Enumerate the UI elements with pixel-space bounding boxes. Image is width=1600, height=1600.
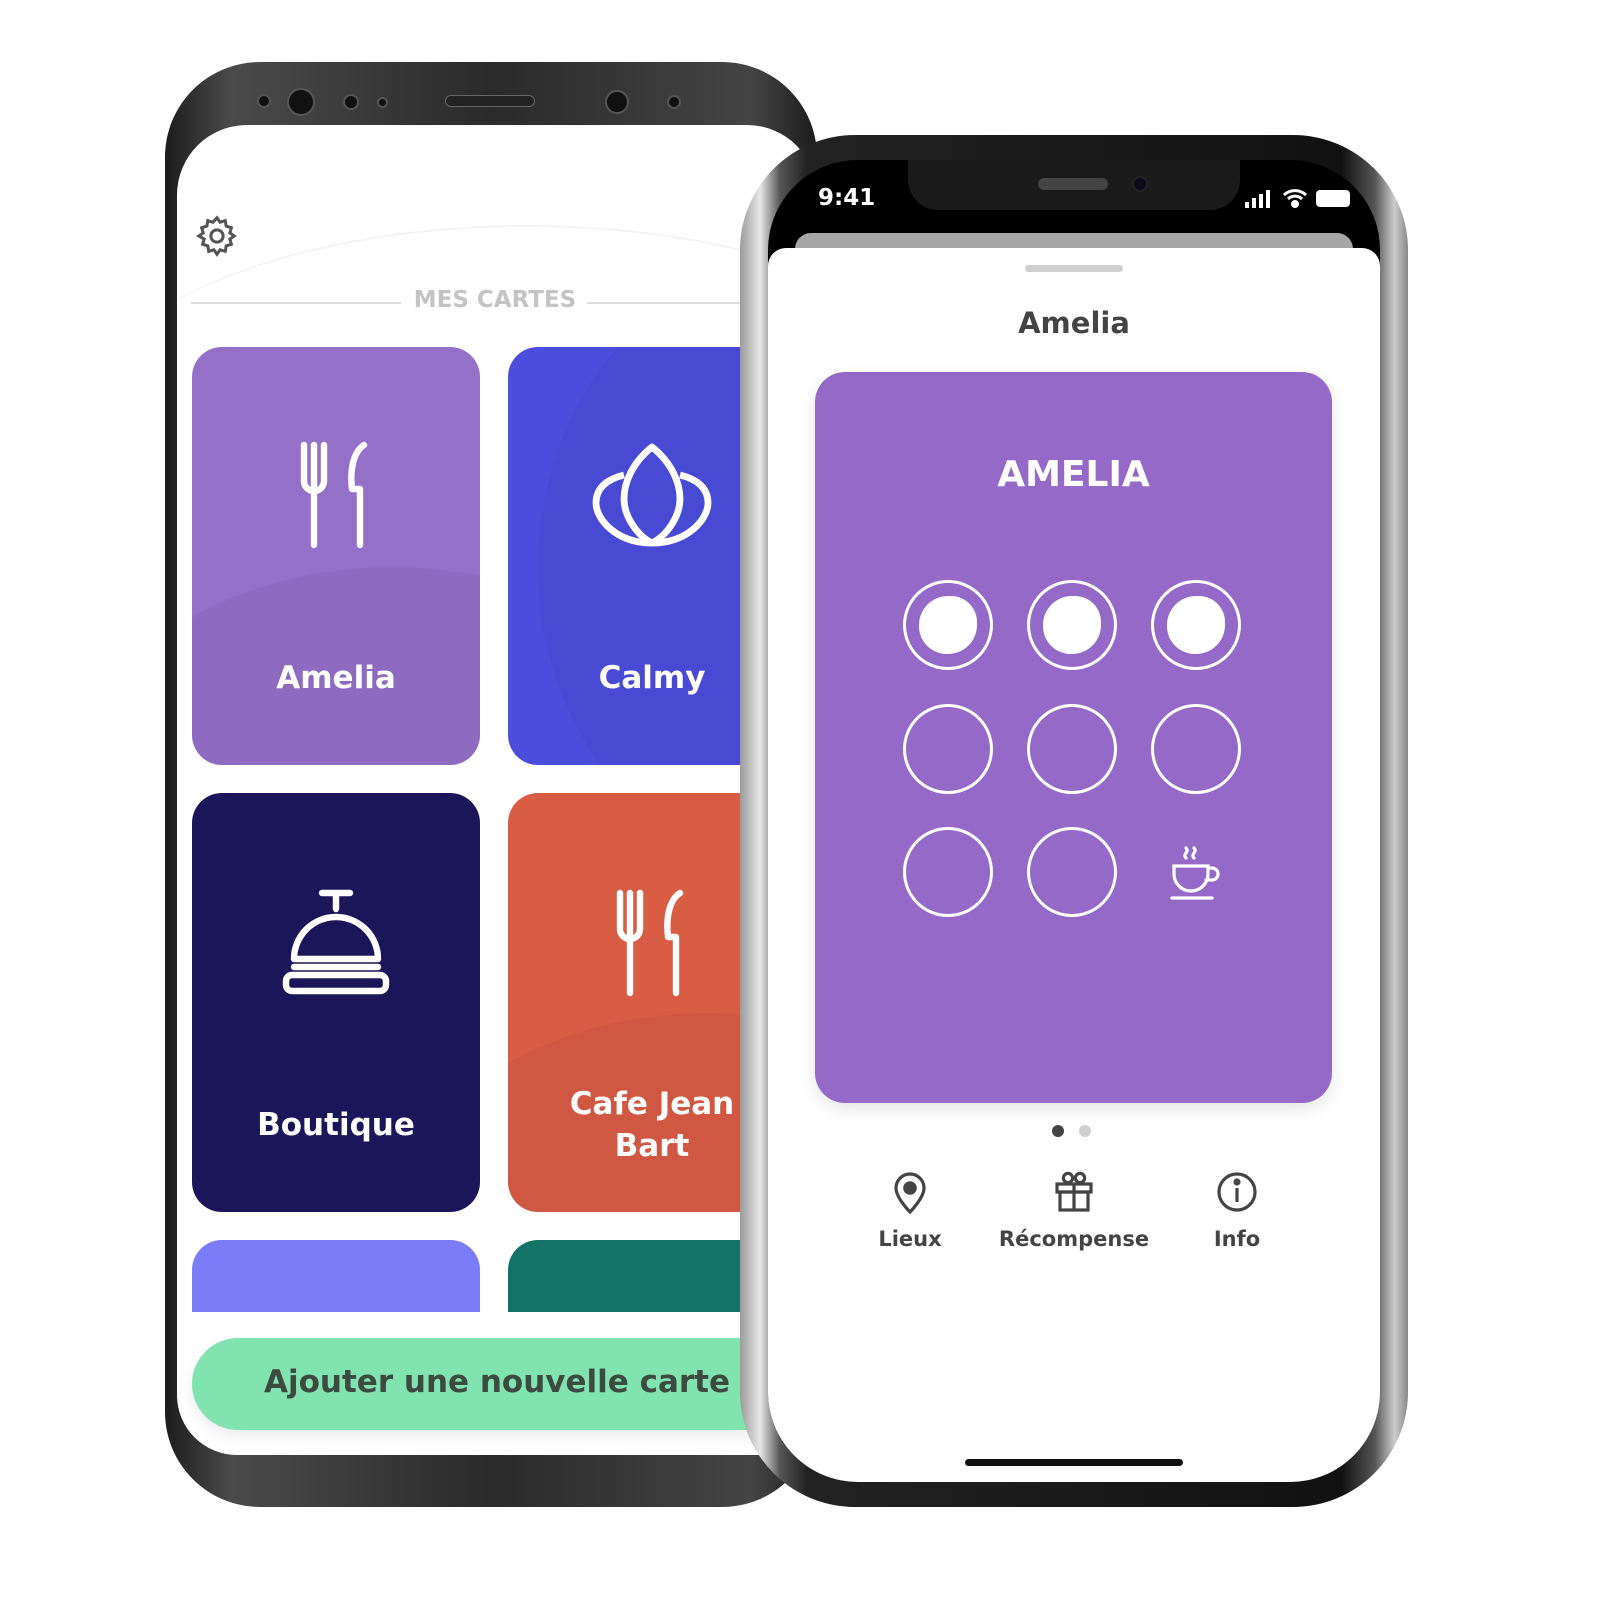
- nav-lieux[interactable]: Lieux: [860, 1170, 960, 1251]
- stamp-empty: [1151, 704, 1241, 794]
- card-title: AMELIA: [997, 454, 1150, 495]
- bottom-sheet: Amelia AMELIA: [768, 248, 1380, 1482]
- lotus-icon: [592, 443, 712, 547]
- stamp-empty: [903, 827, 993, 917]
- nav-recompense[interactable]: Récompense: [994, 1170, 1154, 1251]
- card-boutique[interactable]: Boutique: [192, 793, 480, 1212]
- nav-label: Lieux: [878, 1227, 942, 1251]
- info-icon: [1217, 1172, 1257, 1212]
- coffee-cup-icon: [1170, 846, 1220, 900]
- fork-knife-icon: [300, 441, 368, 549]
- gear-icon[interactable]: [194, 213, 240, 259]
- nav-info[interactable]: Info: [1197, 1170, 1277, 1251]
- page-dot-active[interactable]: [1052, 1125, 1064, 1137]
- home-indicator: [965, 1459, 1183, 1466]
- card-label: Boutique: [257, 1107, 415, 1143]
- service-bell-icon: [282, 889, 390, 995]
- nav-label: Info: [1213, 1227, 1261, 1251]
- card-label: Cafe Jean Bart: [569, 1086, 735, 1164]
- card-amelia[interactable]: Amelia: [192, 347, 480, 765]
- android-screen: MES CARTES Amelia Calmy Boutique Cafe Je…: [177, 125, 817, 1455]
- signal-icon: [1245, 190, 1270, 208]
- stamp-filled: [1151, 580, 1241, 670]
- stamp-filled: [1027, 580, 1117, 670]
- section-title: MES CARTES: [413, 287, 577, 313]
- status-time: 9:41: [818, 185, 876, 211]
- loyalty-card[interactable]: AMELIA: [815, 372, 1332, 1103]
- fork-knife-icon: [616, 889, 684, 997]
- stamp-filled: [903, 580, 993, 670]
- stamp-empty: [1027, 827, 1117, 917]
- nav-label: Récompense: [998, 1227, 1150, 1251]
- stamp-empty: [903, 704, 993, 794]
- add-card-button[interactable]: Ajouter une nouvelle carte: [192, 1338, 812, 1430]
- card-partial[interactable]: [192, 1240, 480, 1312]
- map-pin-icon: [894, 1172, 926, 1215]
- gift-icon: [1055, 1171, 1093, 1212]
- card-label: Amelia: [276, 660, 396, 696]
- wifi-icon: [1282, 189, 1308, 208]
- iphone-screen: 9:41 Amelia AMELIA: [768, 160, 1380, 1482]
- stamp-empty: [1027, 704, 1117, 794]
- add-card-button-label: Ajouter une nouvelle carte: [263, 1364, 731, 1400]
- battery-icon: [1316, 190, 1350, 207]
- sheet-title: Amelia: [1018, 306, 1130, 340]
- page-dot[interactable]: [1079, 1125, 1091, 1137]
- divider: [191, 302, 401, 304]
- sheet-handle[interactable]: [1025, 265, 1123, 272]
